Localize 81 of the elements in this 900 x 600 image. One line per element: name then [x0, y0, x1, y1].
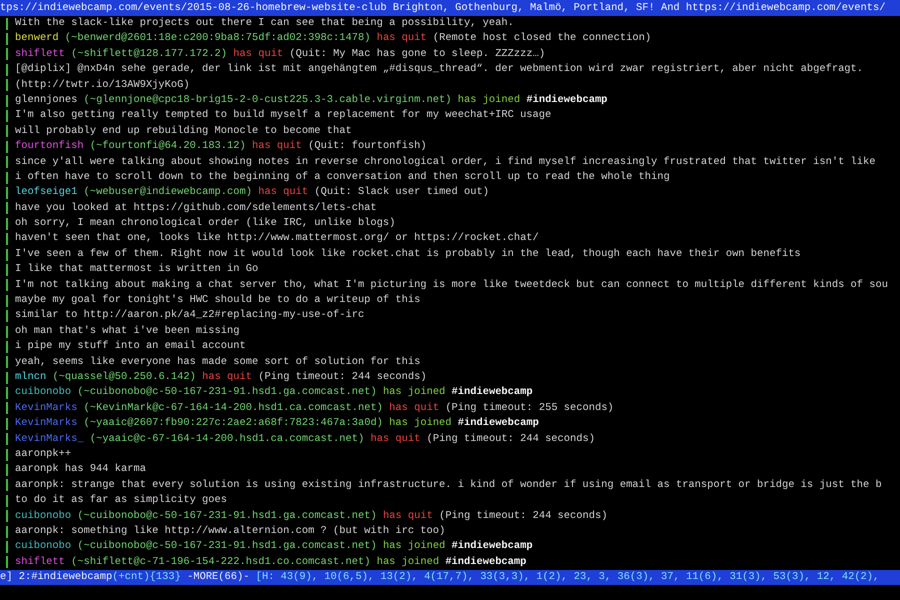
channel-name: #indiewebcamp	[526, 94, 608, 106]
chat-message: since y'all were talking about showing notes in reverse chronological order, i find myself increasingly frustrated that twitter isn't like	[15, 156, 876, 168]
quit-reason: (Quit: Slack user timed out)	[314, 186, 489, 198]
join-notice: has joined	[382, 386, 446, 398]
quit-reason: (Ping timeout: 244 seconds)	[426, 432, 595, 445]
user-host: (~cuibonobo@c-50-167-231-91.hsd1.ga.comcast.net)	[77, 540, 377, 552]
chat-message: I've seen a few of them. Right now it would look like rocket.chat is probably in the lead, though each have their own benefits	[15, 248, 801, 260]
more-indicator: -MORE(66)-	[187, 571, 250, 584]
chat-message: yeah, seems like everyone has made some sort of solution for this	[15, 356, 420, 368]
user-host: (~fourtonfi@64.20.183.12)	[90, 140, 246, 152]
join-notice: has joined	[376, 556, 440, 568]
join-notice: has joined	[458, 94, 520, 106]
user-host: (~cuibonobo@c-50-167-231-91.hsd1.ga.comcast.net)	[77, 386, 377, 398]
chat-message: maybe my goal for tonight's HWC should be to do a writeup of this	[15, 294, 420, 306]
hotlist: [H: 43(9), 10(6,5), 13(2), 4(17,7), 33(3,3), 1(2), 23, 3, 36(3), 37, 11(6), 31(3), 53(3), 12, 42(2),	[256, 571, 880, 584]
user-host: (~shiflett@128.177.172.2)	[71, 48, 228, 60]
channel-name: #indiewebcamp	[445, 556, 526, 568]
chat-message: will probably end up rebuilding Monocle to become that	[15, 124, 352, 137]
quit-notice: has quit	[382, 510, 433, 522]
quit-reason: (Remote host closed the connection)	[432, 32, 652, 44]
chat-message: to do it as far as simplicity goes	[15, 494, 228, 506]
user-host: (~quassel@50.250.6.142)	[52, 370, 196, 383]
quit-reason: (Ping timeout: 244 seconds)	[258, 370, 427, 383]
chat-message: (http://twtr.io/13AW9XjyKoG)	[15, 78, 190, 91]
quit-notice: has quit	[233, 48, 284, 60]
channel-name: #indiewebcamp	[458, 417, 539, 430]
channel-name: #indiewebcamp	[452, 540, 533, 552]
user-host: (~webuser@indiewebcamp.com)	[84, 186, 252, 198]
nickname: cuibonobo	[15, 540, 72, 552]
chat-message: oh man that's what i've been missing	[15, 324, 240, 337]
quit-notice: has quit	[202, 370, 252, 383]
nickname: KevinMarks	[15, 402, 78, 414]
user-host: (~yaaic@c-67-164-14-200.hsd1.ca.comcast.net)	[90, 432, 364, 445]
nickname: cuibonobo	[15, 386, 72, 398]
chat-message: aaronpk: something like http://www.alternion.com ? (but with irc too)	[15, 524, 446, 537]
nickname: benwerd	[15, 32, 59, 44]
channel-topic: tps://indiewebcamp.com/events/2015-08-26-homebrew-website-club Brighton, Gothenburg, Malmö, Portland, SF! And https://indiewebcamp.com/events/	[0, 0, 900, 16]
nickname: shiflett	[15, 48, 65, 60]
nickname: fourtonfish	[15, 140, 84, 152]
chat-message: have you looked at https://github.com/sdelements/lets-chat	[15, 202, 377, 214]
quit-notice: has quit	[258, 186, 308, 198]
chat-message: [@diplix] @nxD4n sehe gerade, der link ist mit angehängtem „#disqus_thread“. der webmention wird zwar registriert, aber nicht abgefragt.	[15, 63, 864, 76]
chat-message: I'm also getting really tempted to build myself a replacement for my weechat+IRC usage	[15, 109, 552, 122]
chat-message: oh sorry, I mean chronological order (like IRC, unlike blogs)	[15, 217, 396, 230]
chat-message: similar to http://aaron.pk/a4_z2#replacing-my-use-of-irc	[15, 309, 364, 322]
chat-message: i pipe my stuff into an email account	[15, 340, 246, 352]
chat-message: haven't seen that one, looks like http://www.mattermost.org/ or https://rocket.chat/	[15, 232, 539, 244]
quit-reason: (Quit: fourtonfish)	[308, 140, 427, 152]
quit-notice: has quit	[370, 432, 420, 445]
buffer-name: 2:#indiewebcamp	[18, 571, 112, 584]
user-host: (~KevinMark@c-67-164-14-200.hsd1.ca.comcast.net)	[84, 402, 383, 414]
quit-notice: has quit	[252, 140, 302, 152]
chat-message: aaronpk++	[15, 448, 72, 460]
nickname: KevinMarks	[15, 417, 78, 430]
chat-message: I'm not talking about making a chat server tho, what I'm picturing is more like tweetdeck but can connect to multiple different kinds of sou	[15, 278, 888, 291]
nickname: leofseige1	[15, 186, 78, 198]
quit-notice: has quit	[376, 32, 427, 44]
nickname: cuibonobo	[15, 510, 72, 522]
quit-reason: (Ping timeout: 244 seconds)	[439, 510, 608, 522]
channel-name: #indiewebcamp	[452, 386, 533, 398]
user-host: (~benwerd@2601:18e:c200:9ba8:75df:ad02:398c:1478)	[64, 32, 370, 44]
chat-message: i often have to scroll down to the beginning of a conversation and then scroll up to read the whole thing	[15, 170, 670, 183]
chat-message: With the slack-like projects out there I can see that being a possibility, yeah.	[15, 17, 514, 29]
window-label: e]	[0, 571, 12, 584]
user-host: (~cuibonobo@c-50-167-231-91.hsd1.ga.comcast.net)	[77, 510, 377, 522]
buffer-info: (+cnt){133}	[112, 571, 181, 584]
nickname: mlncn	[15, 370, 46, 383]
quit-reason: (Ping timeout: 255 seconds)	[445, 402, 614, 414]
chat-message: I like that mattermost is written in Go	[15, 263, 258, 276]
user-host: (~glennjone@cpc18-brig15-2-0-cust225.3-3.cable.virginm.net)	[84, 94, 452, 106]
quit-reason: (Quit: My Mac has gone to sleep. ZZZzzz…)	[289, 48, 546, 60]
nickname: shiflett	[15, 556, 65, 568]
nickname: KevinMarks_	[15, 432, 84, 445]
join-notice: has joined	[389, 417, 452, 430]
user-host: (~shiflett@c-71-196-154-222.hsd1.co.comcast.net)	[71, 556, 370, 568]
user-host: (~yaaic@2607:fb90:227c:2ae2:a68f:7823:467a:3a0d)	[84, 417, 383, 430]
nickname: glennjones	[15, 94, 78, 106]
chat-message: aaronpk: strange that every solution is using existing infrastructure. i kind of wonder if using email as transport or bridge is just the b	[15, 478, 882, 491]
quit-notice: has quit	[389, 402, 440, 414]
chat-message: aaronpk has 944 karma	[15, 463, 146, 476]
join-notice: has joined	[382, 540, 446, 552]
